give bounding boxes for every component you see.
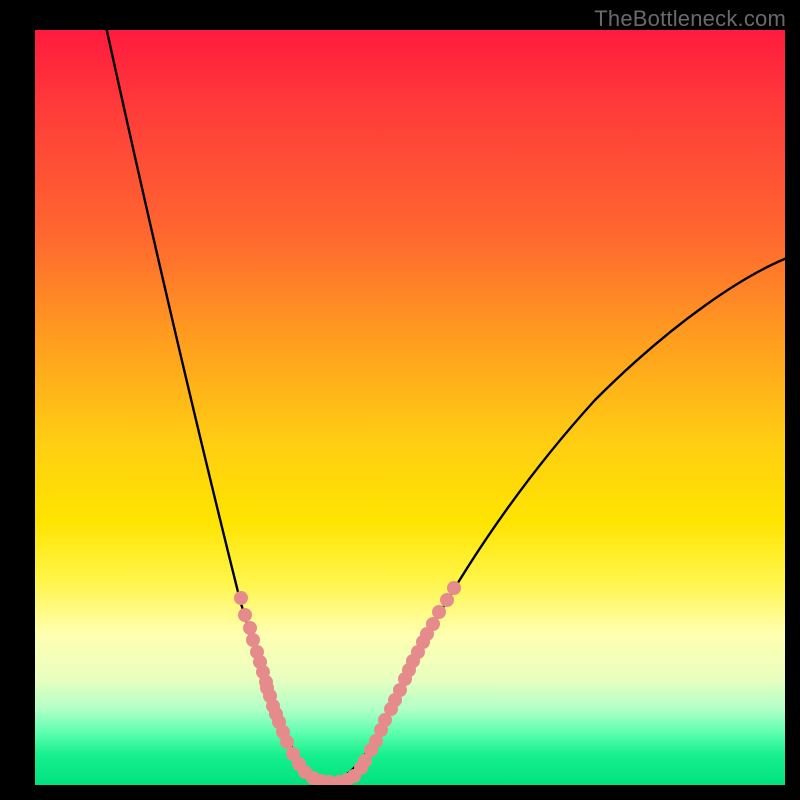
highlighted-dot (426, 617, 440, 631)
chart-svg (35, 30, 785, 785)
highlighted-dot (234, 591, 248, 605)
bottleneck-curve (105, 30, 785, 782)
highlighted-dot (238, 608, 252, 622)
chart-frame: TheBottleneck.com (0, 0, 800, 800)
highlighted-dot (440, 593, 454, 607)
highlighted-dot (246, 633, 260, 647)
highlighted-dots-group (234, 581, 461, 785)
watermark-text: TheBottleneck.com (594, 6, 786, 32)
highlighted-dot (243, 621, 257, 635)
highlighted-dot (432, 605, 446, 619)
highlighted-dot (280, 735, 294, 749)
plot-area (35, 30, 785, 785)
highlighted-dot (447, 581, 461, 595)
